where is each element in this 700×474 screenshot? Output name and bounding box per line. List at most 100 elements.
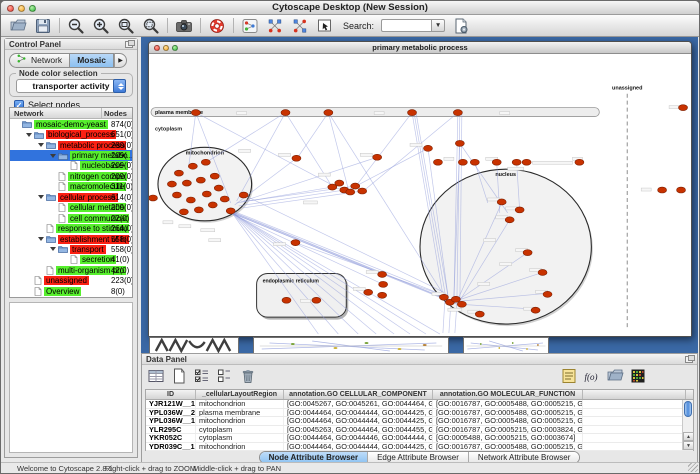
resize-grip[interactable] [688, 463, 698, 472]
combo-stepper-icon[interactable] [113, 79, 126, 93]
zoom-in-icon[interactable] [92, 17, 110, 35]
frame-zoom-button[interactable] [172, 45, 178, 51]
zoom-selected-region-icon[interactable] [117, 17, 135, 35]
network-node[interactable] [364, 289, 373, 295]
search-input[interactable] [381, 19, 431, 32]
tree-row[interactable]: transport558(0) [10, 244, 132, 254]
network-node[interactable] [677, 187, 686, 193]
network-node[interactable] [226, 208, 235, 214]
background-network-window[interactable] [253, 337, 449, 353]
network-node[interactable] [505, 217, 514, 223]
tab-overflow-arrow-icon[interactable]: ▶ [114, 53, 127, 68]
snapshot-camera-icon[interactable] [175, 17, 193, 35]
network-node[interactable] [538, 269, 547, 275]
float-panel-icon[interactable] [685, 356, 693, 363]
create-network-view-icon[interactable] [291, 17, 309, 35]
network-node[interactable] [451, 296, 460, 302]
network-node[interactable] [492, 159, 501, 165]
tree-column-nodes[interactable]: Nodes [102, 108, 132, 118]
network-view-titlebar[interactable]: primary metabolic process [149, 42, 691, 54]
network-node[interactable] [282, 297, 291, 303]
tree-row[interactable]: cellular process614(0) [10, 192, 132, 202]
table-column-header[interactable]: annotation.GO MOLECULAR_FUNCTION [433, 390, 583, 399]
tree-row[interactable]: response to stimulu264(0) [10, 223, 132, 233]
tree-row[interactable]: establishment of lo558(0) [10, 234, 132, 244]
network-node[interactable] [453, 110, 462, 116]
function-builder-icon[interactable]: f(o) [583, 367, 601, 385]
tree-row[interactable]: multi-organism pro42(0) [10, 265, 132, 275]
tree-row[interactable]: unassigned223(0) [10, 276, 132, 286]
tree-expand-icon[interactable] [26, 133, 32, 137]
destroy-network-icon[interactable] [266, 17, 284, 35]
network-node[interactable] [457, 301, 466, 307]
network-node[interactable] [575, 159, 584, 165]
network-node[interactable] [475, 311, 484, 317]
network-node[interactable] [378, 292, 387, 298]
network-node[interactable] [351, 183, 360, 189]
network-node[interactable] [433, 159, 442, 165]
tree-row[interactable]: metabolic process280(0) [10, 140, 132, 150]
network-node[interactable] [201, 159, 210, 165]
tree-expand-icon[interactable] [50, 154, 56, 158]
network-node[interactable] [291, 240, 300, 246]
tree-row[interactable]: cellular metabo209(0) [10, 203, 132, 213]
tree-row[interactable]: mosaic-demo-yeast874(0) [10, 119, 132, 129]
network-node[interactable] [335, 180, 344, 186]
save-session-icon[interactable] [34, 17, 52, 35]
float-panel-icon[interactable] [125, 41, 133, 48]
tree-row[interactable]: nucleobase-209(0) [10, 161, 132, 171]
network-node[interactable] [379, 281, 388, 287]
attribute-list-icon[interactable] [560, 367, 578, 385]
tree-row[interactable]: nitrogen compo209(0) [10, 171, 132, 181]
zoom-out-icon[interactable] [67, 17, 85, 35]
network-node[interactable] [531, 307, 540, 313]
network-node[interactable] [188, 163, 197, 169]
network-node[interactable] [455, 140, 464, 146]
delete-attribute-icon[interactable] [239, 367, 257, 385]
network-node[interactable] [186, 197, 195, 203]
network-node[interactable] [515, 207, 524, 213]
network-node[interactable] [378, 271, 387, 277]
network-node[interactable] [174, 170, 183, 176]
network-node[interactable] [523, 250, 532, 256]
annotation-icon[interactable] [316, 17, 334, 35]
scrollbar-thumb[interactable] [684, 401, 692, 417]
network-node[interactable] [439, 294, 448, 300]
table-row[interactable]: YPL036W__1mitochondrion[GO:0044464, GO:0… [146, 417, 693, 426]
frame-minimize-button[interactable] [163, 45, 169, 51]
network-node[interactable] [214, 185, 223, 191]
network-node[interactable] [202, 191, 211, 197]
network-node[interactable] [470, 159, 479, 165]
attribute-matrix-icon[interactable] [629, 367, 647, 385]
network-node[interactable] [658, 187, 667, 193]
network-node[interactable] [191, 110, 200, 116]
network-node[interactable] [458, 159, 467, 165]
table-column-header[interactable]: ID [146, 390, 196, 399]
tab-mosaic[interactable]: Mosaic [69, 53, 114, 68]
table-row[interactable]: YLR295Ccytoplasm[GO:0045263, GO:0044464,… [146, 426, 693, 435]
network-node[interactable] [149, 195, 157, 201]
tab-network[interactable]: Network [9, 53, 69, 68]
background-window-thumbnail[interactable] [149, 337, 239, 353]
background-network-window[interactable] [463, 337, 549, 353]
open-session-icon[interactable] [9, 17, 27, 35]
table-scrollbar[interactable]: ▲ ▼ [682, 400, 693, 450]
help-lifebuoy-icon[interactable] [208, 17, 226, 35]
import-attributes-icon[interactable] [606, 367, 624, 385]
attribute-grid-icon[interactable] [147, 367, 165, 385]
network-node[interactable] [358, 188, 367, 194]
network-node[interactable] [208, 202, 217, 208]
network-node[interactable] [497, 199, 506, 205]
table-column-header[interactable]: _cellularLayoutRegion [196, 390, 284, 399]
table-row[interactable]: YJR121W__1mitochondrion[GO:0045267, GO:0… [146, 400, 693, 409]
network-overview-icon[interactable] [241, 17, 259, 35]
frame-close-button[interactable] [154, 45, 160, 51]
network-node[interactable] [346, 189, 355, 195]
tree-row[interactable]: secretion41(0) [10, 255, 132, 265]
network-node[interactable] [182, 180, 191, 186]
tree-row[interactable]: cell communicat22(0) [10, 213, 132, 223]
network-node[interactable] [239, 192, 248, 198]
select-attributes-icon[interactable] [193, 367, 211, 385]
search-dropdown-icon[interactable]: ▼ [431, 19, 445, 32]
network-node[interactable] [194, 207, 203, 213]
